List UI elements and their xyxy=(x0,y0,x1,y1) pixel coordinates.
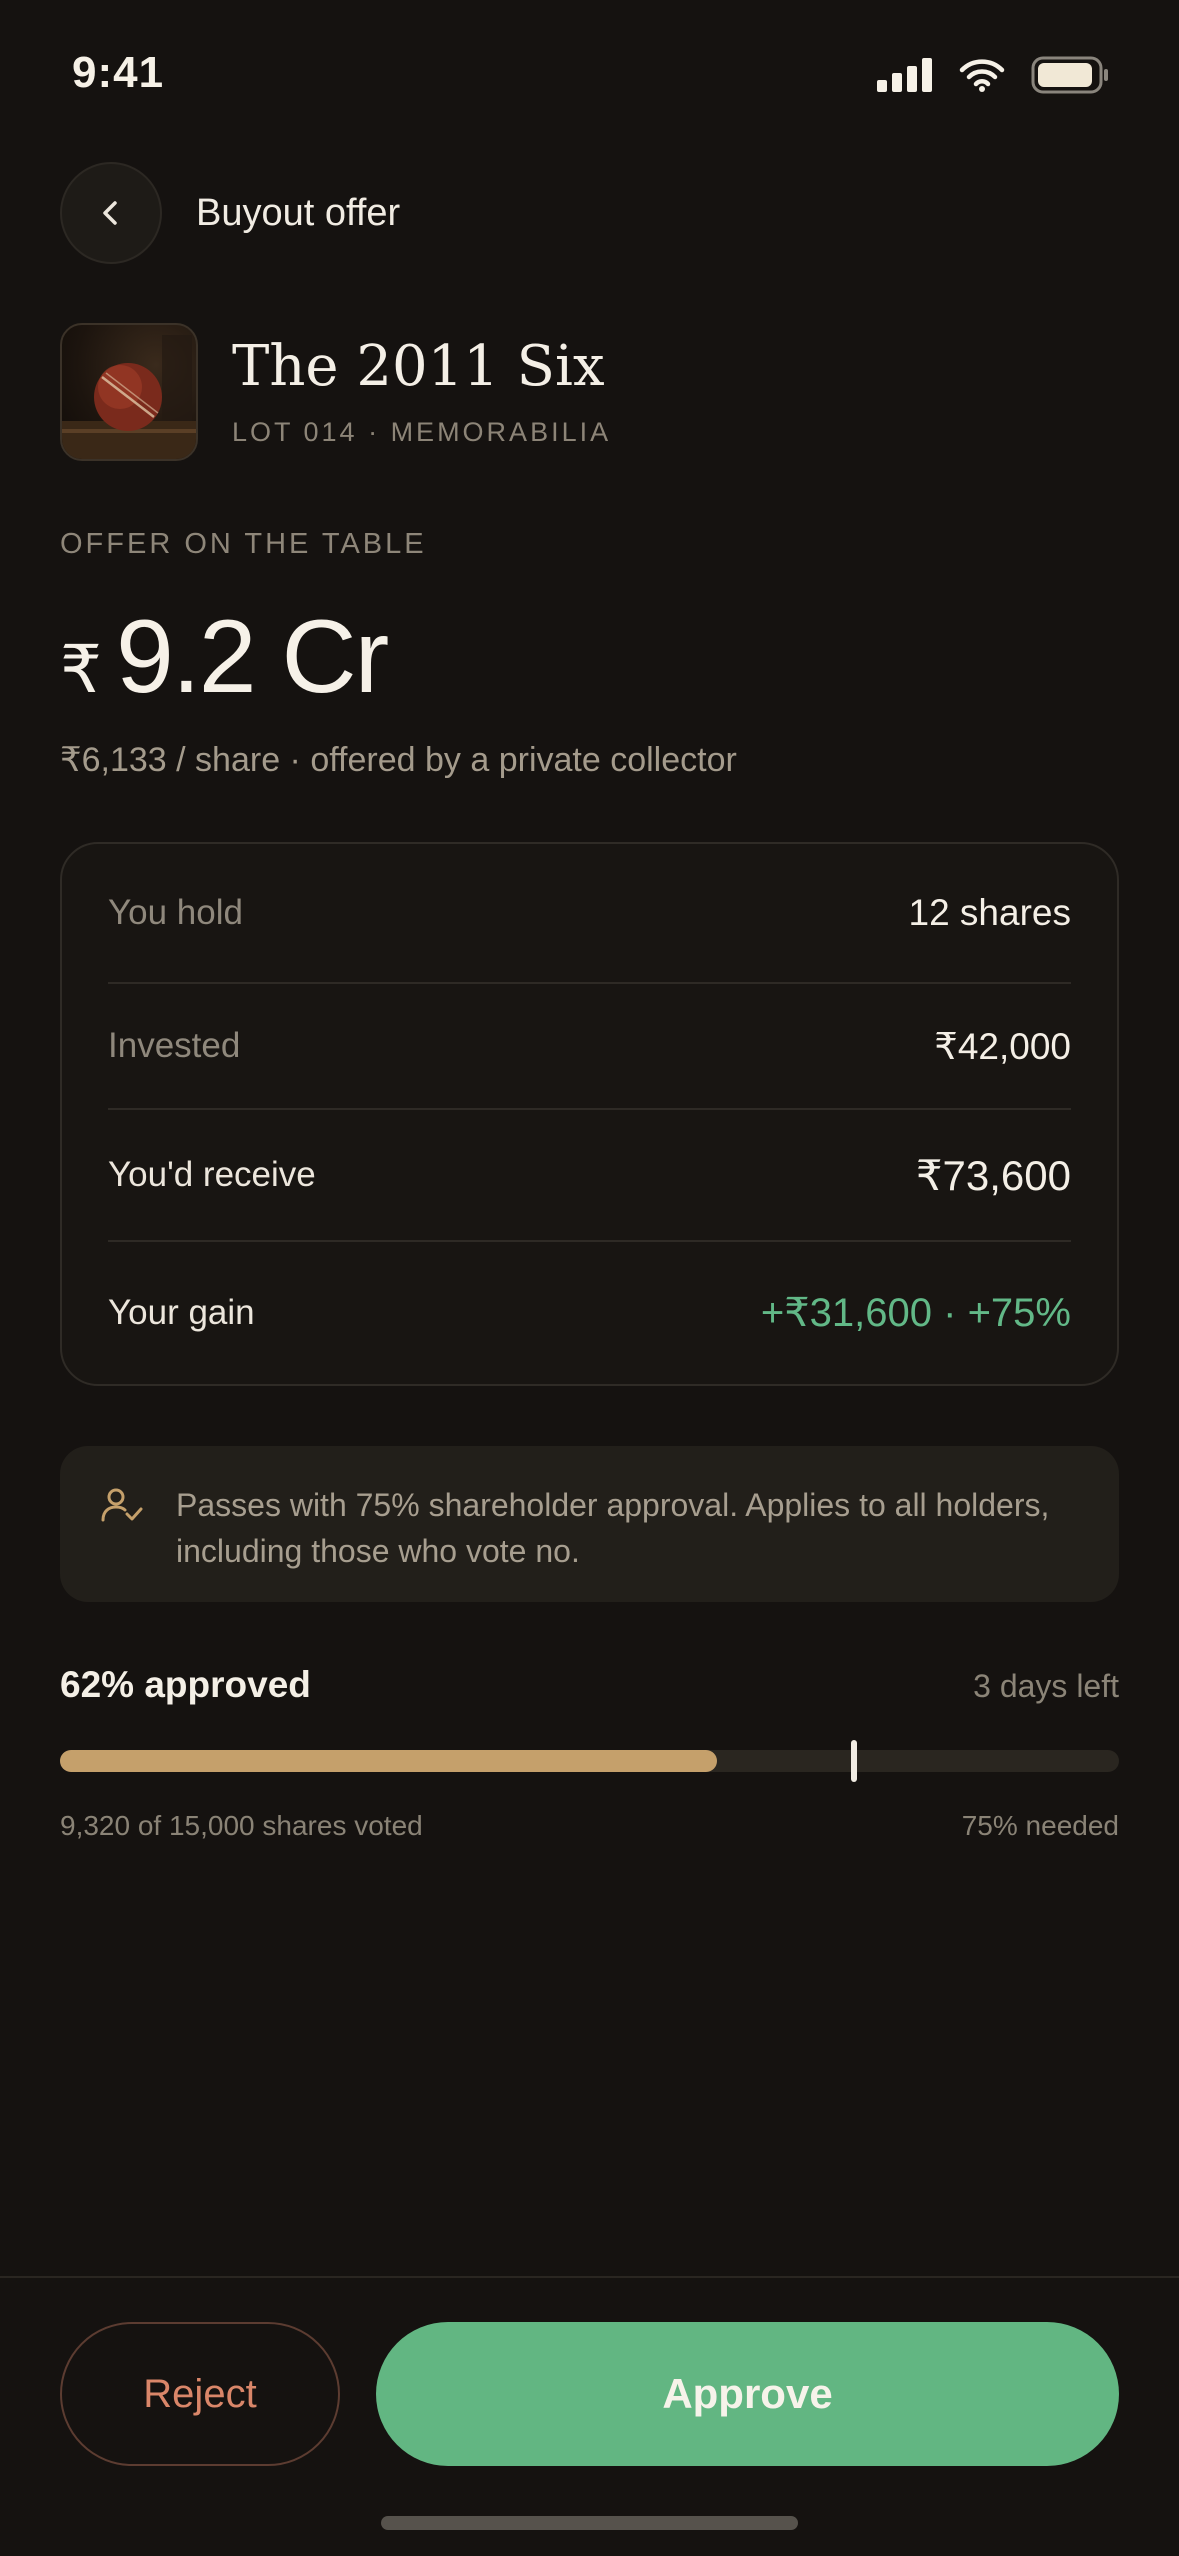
action-bar: Reject Approve xyxy=(60,2322,1119,2466)
chevron-left-icon xyxy=(103,201,117,225)
time-left: 3 days left xyxy=(973,1668,1119,1704)
wifi-icon xyxy=(959,59,1005,92)
asset-subtitle: LOT 014 · MEMORABILIA xyxy=(232,417,612,448)
asset-title: The 2011 Six xyxy=(232,333,605,399)
home-indicator xyxy=(381,2516,798,2530)
reject-button[interactable]: Reject xyxy=(60,2322,340,2466)
holding-row-invested: Invested ₹42,000 xyxy=(108,984,1071,1110)
offer-detail: ₹6,133 / share · offered by a private co… xyxy=(60,741,737,779)
page-title: Buyout offer xyxy=(196,191,401,234)
bottom-divider xyxy=(0,2276,1179,2278)
vote-meta: 9,320 of 15,000 shares voted 75% needed xyxy=(60,1810,1119,1842)
offer-label: OFFER ON THE TABLE xyxy=(60,528,427,560)
back-button[interactable] xyxy=(60,162,162,264)
gain-value: +₹31,600 · +75% xyxy=(760,1291,1071,1335)
vote-summary: 62% approved 3 days left xyxy=(60,1664,1119,1706)
status-bar: 9:41 xyxy=(0,0,1179,140)
shares-voted: 9,320 of 15,000 shares voted xyxy=(60,1810,423,1841)
header: Buyout offer xyxy=(60,162,1119,264)
row-label: Your gain xyxy=(108,1293,255,1332)
threshold-needed: 75% needed xyxy=(961,1810,1119,1841)
holding-row-receive: You'd receive ₹73,600 xyxy=(108,1110,1071,1242)
asset-text: The 2011 Six LOT 014 · MEMORABILIA xyxy=(232,336,611,449)
holding-card: You hold 12 shares Invested ₹42,000 You'… xyxy=(60,842,1119,1386)
row-label: You hold xyxy=(108,893,243,932)
row-value: ₹73,600 xyxy=(915,1151,1071,1199)
user-check-icon xyxy=(101,1488,143,1522)
cricket-ball-image xyxy=(62,335,196,459)
signal-icon xyxy=(877,58,932,92)
offer-currency: ₹ xyxy=(60,632,102,706)
asset-thumbnail xyxy=(60,323,198,461)
row-value: ₹42,000 xyxy=(934,1025,1071,1067)
approval-info-box: Passes with 75% shareholder approval. Ap… xyxy=(60,1446,1119,1602)
approve-button[interactable]: Approve xyxy=(376,2322,1119,2466)
holding-row-gain: Your gain +₹31,600 · +75% xyxy=(108,1242,1071,1384)
offer-value: 9.2 Cr xyxy=(116,599,389,715)
holding-row-shares: You hold 12 shares xyxy=(108,844,1071,984)
row-label: You'd receive xyxy=(108,1155,316,1194)
approval-progress-bar xyxy=(60,1740,1119,1782)
row-value: 12 shares xyxy=(908,892,1072,933)
status-time: 9:41 xyxy=(72,48,165,97)
approved-percent: 62% approved xyxy=(60,1664,311,1705)
offer-amount: ₹ 9.2 Cr xyxy=(60,598,389,717)
asset-summary: The 2011 Six LOT 014 · MEMORABILIA xyxy=(60,322,1119,462)
battery-icon xyxy=(1031,56,1108,94)
threshold-marker xyxy=(851,1740,858,1782)
status-icons xyxy=(877,56,1111,94)
approval-progress-fill xyxy=(60,1750,717,1772)
row-label: Invested xyxy=(108,1026,241,1065)
approval-info-text: Passes with 75% shareholder approval. Ap… xyxy=(176,1487,1050,1569)
